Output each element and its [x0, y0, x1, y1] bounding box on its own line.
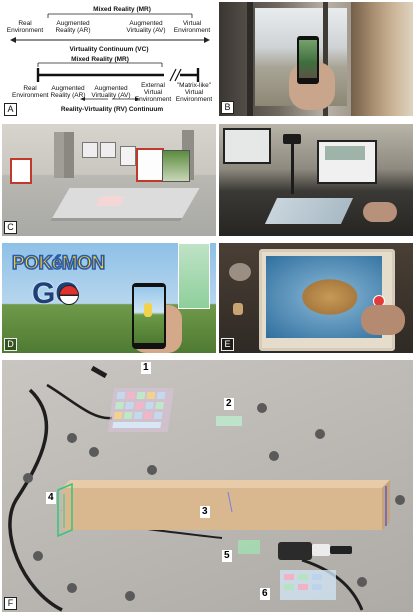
rv-title: Reality-Virtuality (RV) Continuum: [60, 106, 164, 113]
monitor: [317, 140, 377, 184]
projected-area: [264, 198, 354, 224]
pokemon-go-logo-top: POKéMON: [11, 252, 106, 275]
wall-panel: [54, 132, 64, 178]
phone-screen: [299, 40, 317, 78]
callout-2: 2: [224, 398, 234, 410]
poster: [100, 142, 116, 158]
pokemon-figure: [144, 303, 152, 317]
panel-c-projection-desk: [219, 124, 413, 236]
top-item-ar: Augmented Reality (AR): [55, 20, 91, 34]
token: [229, 263, 251, 281]
poster: [82, 142, 98, 158]
monitor: [223, 128, 271, 164]
monitor-content: [325, 146, 365, 160]
bottom-item-external: External Virtual Environment: [134, 82, 172, 103]
bottom-item-av: Augmented Virtuality (AV): [91, 85, 131, 99]
token: [233, 303, 243, 315]
wall-panel: [64, 132, 74, 178]
bottom-item-ar: Augmented Reality (AR): [50, 85, 86, 99]
top-item-real: Real Environment: [6, 20, 44, 34]
hand: [363, 202, 397, 222]
callout-6: 6: [260, 588, 270, 600]
top-item-virtual: Virtual Environment: [173, 20, 211, 34]
poster: [120, 146, 136, 166]
table: [50, 188, 200, 221]
bottom-item-matrix: "Matrix-like" Virtual Environment: [175, 82, 213, 103]
panel-label-c: C: [4, 221, 17, 234]
top-mr-label: Mixed Reality (MR): [93, 6, 151, 13]
callout-4: 4: [46, 492, 56, 504]
panel-label-a: A: [4, 103, 17, 116]
panel-f-floor-scene: 1 2 3 4 5 6 F: [2, 360, 413, 612]
projector-head: [283, 134, 301, 144]
panel-label-e: E: [221, 338, 234, 351]
callout-5: 5: [222, 550, 232, 562]
hand: [361, 305, 405, 335]
floor-scene-graphic: [8, 365, 405, 612]
top-item-av: Augmented Virtuality (AV): [126, 20, 166, 34]
panel-a-diagram: Mixed Reality (MR) Real Environment Augm…: [2, 2, 216, 116]
hair: [351, 2, 413, 116]
bottom-item-real: Real Environment: [12, 85, 49, 99]
phone: [132, 283, 166, 349]
poster: [162, 150, 190, 182]
window-frame: [247, 2, 253, 116]
callout-3: 3: [200, 506, 210, 518]
callout-1: 1: [141, 362, 151, 374]
map-screen: [178, 243, 210, 309]
panel-d-pokemon-go: POKéMON GO D: [2, 243, 216, 353]
panel-label-d: D: [4, 338, 17, 351]
panel-label-b: B: [221, 101, 234, 114]
panel-c-virtual-room: C: [2, 124, 216, 236]
panel-label-f: F: [4, 597, 17, 610]
poster: [136, 148, 164, 182]
panel-e-ar-map: E: [219, 243, 413, 353]
panel-b-photo: B: [219, 2, 413, 116]
bottom-mr-label: Mixed Reality (MR): [71, 56, 129, 63]
phone: [297, 36, 319, 84]
vc-title: Virtuality Continuum (VC): [69, 46, 149, 53]
pokeball-icon: [59, 285, 79, 305]
poster: [10, 158, 32, 184]
